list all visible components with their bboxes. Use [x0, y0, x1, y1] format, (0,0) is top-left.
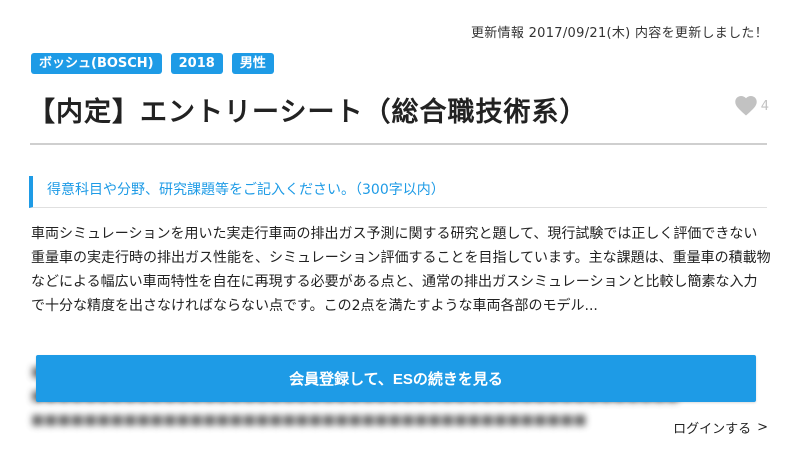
update-info: 更新情報 2017/09/21(木) 内容を更新しました！	[470, 26, 768, 41]
chevron-right-icon: >	[757, 420, 768, 435]
tag-gender[interactable]: 男性	[231, 53, 274, 74]
answer-text: 車両シミュレーションを用いた実走行車両の排出ガス予測に関する研究と題して、現行試…	[31, 226, 771, 314]
es-page: 更新情報 2017/09/21(木) 内容を更新しました！ ボッシュ(BOSCH…	[0, 0, 800, 463]
tag-year[interactable]: 2018	[170, 53, 223, 74]
question-heading: 得意科目や分野、研究課題等をご記入ください。（300字以内）	[29, 176, 767, 208]
page-title: 【内定】エントリーシート（総合職技術系）	[28, 97, 588, 128]
tag-list: ボッシュ(BOSCH) 2018 男性	[31, 53, 274, 74]
like-count: 4	[760, 98, 769, 114]
heart-icon	[734, 96, 757, 116]
register-cta-button[interactable]: 会員登録して、ESの続きを見る	[36, 355, 756, 402]
login-link[interactable]: ログインする >	[673, 418, 768, 437]
title-divider	[30, 143, 767, 145]
like-button[interactable]: 4	[734, 96, 769, 116]
tag-company[interactable]: ボッシュ(BOSCH)	[31, 53, 162, 74]
login-label: ログインする	[673, 422, 752, 437]
